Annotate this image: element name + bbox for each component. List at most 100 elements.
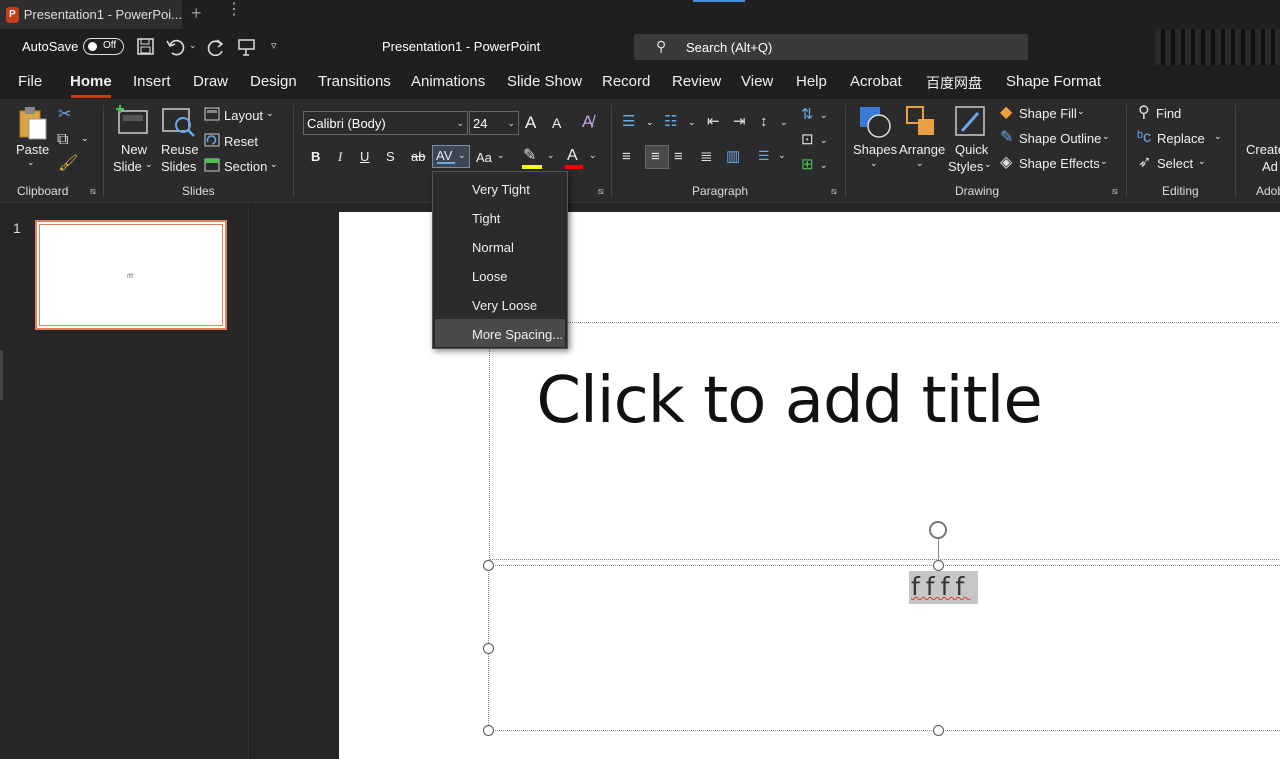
resize-handle[interactable] (933, 560, 944, 571)
align-text-icon[interactable]: ⇅ (801, 107, 814, 122)
save-icon[interactable] (137, 38, 155, 56)
font-launcher-icon[interactable]: ⧅ (598, 186, 604, 197)
new-slide-icon[interactable] (116, 104, 150, 136)
align-right-icon[interactable]: ≡ (674, 149, 683, 164)
arrange-label[interactable]: Arrange (899, 142, 945, 157)
undo-icon[interactable] (166, 38, 186, 56)
decrease-indent-icon[interactable]: ⇤ (707, 114, 720, 129)
font-name-combo[interactable]: Calibri (Body) ⌄ (303, 111, 468, 135)
numbering-icon[interactable]: ☷ (664, 114, 677, 129)
align-center-button[interactable]: ≡ (645, 145, 669, 169)
line-spacing-dropdown-icon[interactable]: ⌄ (780, 117, 788, 128)
resize-handle[interactable] (483, 560, 494, 571)
redo-icon[interactable] (206, 38, 226, 56)
shape-outline-button[interactable]: Shape Outline (1019, 131, 1101, 146)
select-dropdown-icon[interactable]: ⌄ (1198, 156, 1206, 167)
increase-font-size-icon[interactable]: A (525, 113, 536, 133)
character-spacing-button[interactable]: AV ⌄ (432, 145, 470, 168)
text-shadow-button[interactable]: S (386, 149, 395, 164)
smartart-icon[interactable]: ⊡ (801, 132, 814, 147)
columns-icon[interactable]: ▥ (726, 149, 740, 164)
new-slide-label-1[interactable]: New (121, 142, 147, 157)
reset-icon[interactable] (204, 133, 220, 147)
reset-button[interactable]: Reset (224, 134, 258, 149)
justify-icon[interactable]: ≣ (700, 149, 713, 164)
spacing-very-tight[interactable]: Very Tight (435, 174, 565, 202)
tab-baidu-netdisk[interactable]: 百度网盘 (926, 73, 982, 93)
italic-button[interactable]: I (338, 149, 342, 165)
reuse-slides-label-2[interactable]: Slides (161, 159, 196, 174)
pane-scrollbar[interactable] (0, 350, 3, 400)
tab-review[interactable]: Review (672, 73, 721, 90)
body-textbox[interactable] (488, 565, 1280, 731)
layout-button[interactable]: Layout (224, 108, 263, 123)
font-size-combo[interactable]: 24 ⌄ (469, 111, 519, 135)
bold-button[interactable]: B (311, 149, 320, 164)
tab-slide-show[interactable]: Slide Show (507, 73, 582, 90)
shape-fill-button[interactable]: Shape Fill (1019, 106, 1077, 121)
align-text-dropdown-icon[interactable]: ⌄ (820, 110, 828, 121)
numbering-dropdown-icon[interactable]: ⌄ (688, 117, 696, 128)
reuse-slides-icon[interactable] (161, 106, 197, 138)
clipboard-launcher-icon[interactable]: ⧅ (90, 186, 96, 197)
cut-icon[interactable]: ✂ (58, 107, 71, 123)
quick-styles-label-2[interactable]: Styles (948, 159, 983, 174)
line-spacing-icon[interactable]: ↕ (760, 114, 768, 129)
layout-dropdown-icon[interactable]: ⌄ (266, 108, 274, 119)
title-placeholder-text[interactable]: Click to add title (339, 364, 1239, 438)
document-tab[interactable]: P Presentation1 - PowerPoi... (0, 0, 182, 29)
increase-indent-icon[interactable]: ⇥ (733, 114, 746, 129)
spacing-tight[interactable]: Tight (435, 203, 565, 231)
resize-handle[interactable] (483, 643, 494, 654)
customize-toolbar-icon[interactable]: ▿ (271, 39, 277, 52)
tab-shape-format[interactable]: Shape Format (1006, 73, 1101, 90)
format-painter-icon[interactable]: 🖌 (58, 156, 78, 172)
select-pointer-icon[interactable]: ➶ (1138, 155, 1151, 171)
quick-styles-dropdown-icon[interactable]: ⌄ (984, 159, 992, 170)
resize-handle[interactable] (933, 725, 944, 736)
text-direction-icon[interactable]: ☰ (758, 149, 770, 162)
tab-view[interactable]: View (741, 73, 773, 90)
tab-record[interactable]: Record (602, 73, 650, 90)
tab-insert[interactable]: Insert (133, 73, 171, 90)
replace-button[interactable]: Replace (1157, 131, 1205, 146)
highlight-icon[interactable]: ✎ (523, 148, 536, 164)
paste-icon[interactable] (17, 105, 49, 141)
bullets-icon[interactable]: ☰ (622, 114, 635, 129)
quick-styles-icon[interactable] (954, 105, 988, 139)
underline-button[interactable]: U (360, 149, 369, 164)
copy-icon[interactable]: ⧉ (57, 132, 68, 148)
text-direction-dropdown-icon[interactable]: ⌄ (778, 150, 786, 161)
tab-help[interactable]: Help (796, 73, 827, 90)
strikethrough-button[interactable]: ab (411, 149, 425, 164)
shape-outline-dropdown-icon[interactable]: ⌄ (1102, 131, 1110, 142)
tab-animations[interactable]: Animations (411, 73, 485, 90)
new-slide-label-2[interactable]: Slide (113, 159, 142, 174)
quick-styles-label-1[interactable]: Quick (955, 142, 988, 157)
convert-smartart-icon[interactable]: ⊞ (801, 157, 814, 172)
create-adobe-label-2[interactable]: Ad (1262, 159, 1278, 174)
decrease-font-size-icon[interactable]: A (552, 115, 561, 131)
section-icon[interactable] (204, 158, 220, 172)
find-icon[interactable]: ⚲ (1138, 105, 1150, 121)
create-adobe-label-1[interactable]: Create (1246, 142, 1280, 157)
clear-formatting-icon[interactable]: A̸ (582, 113, 593, 130)
shape-effects-icon[interactable]: ◈ (1000, 155, 1012, 171)
font-color-dropdown-icon[interactable]: ⌄ (589, 150, 597, 161)
spacing-loose[interactable]: Loose (435, 261, 565, 289)
search-box[interactable]: ⚲ Search (Alt+Q) (634, 34, 1028, 60)
undo-dropdown-icon[interactable]: ⌄ (189, 40, 197, 51)
title-placeholder[interactable] (489, 322, 1280, 560)
new-slide-dropdown-icon[interactable]: ⌄ (145, 159, 153, 170)
tab-draw[interactable]: Draw (193, 73, 228, 90)
shape-effects-dropdown-icon[interactable]: ⌄ (1100, 156, 1108, 167)
paste-dropdown-icon[interactable]: ⌄ (27, 157, 35, 168)
reuse-slides-label-1[interactable]: Reuse (161, 142, 199, 157)
shape-fill-dropdown-icon[interactable]: ⌄ (1077, 106, 1085, 117)
resize-handle[interactable] (483, 725, 494, 736)
tab-design[interactable]: Design (250, 73, 297, 90)
highlight-dropdown-icon[interactable]: ⌄ (547, 150, 555, 161)
spacing-very-loose[interactable]: Very Loose (435, 290, 565, 318)
layout-icon[interactable] (204, 107, 220, 121)
shape-fill-icon[interactable]: ◆ (1000, 105, 1012, 121)
